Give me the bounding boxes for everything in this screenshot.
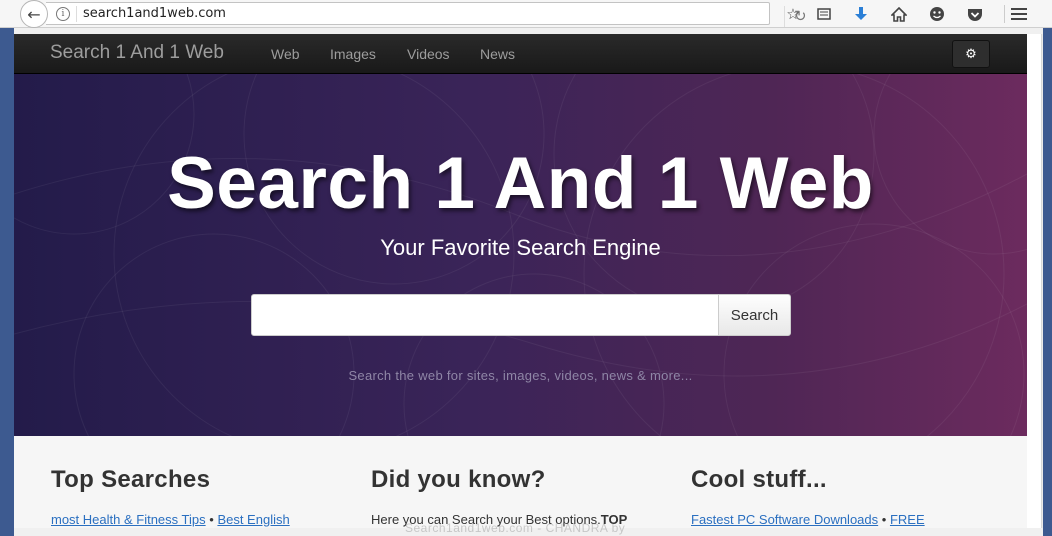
search-button[interactable]: Search	[718, 294, 791, 336]
url-separator	[76, 6, 77, 22]
search-input[interactable]	[251, 294, 719, 336]
site-brand[interactable]: Search 1 And 1 Web	[50, 42, 224, 64]
nav-videos[interactable]: Videos	[407, 46, 450, 62]
page-scrollbar[interactable]	[1041, 34, 1043, 528]
menu-icon[interactable]	[1009, 4, 1029, 24]
home-icon[interactable]	[889, 4, 909, 24]
link-separator: •	[209, 512, 214, 527]
cool-stuff-title: Cool stuff...	[691, 466, 827, 493]
window-frame-right	[1043, 28, 1052, 536]
reader-icon[interactable]	[814, 4, 834, 24]
url-text[interactable]: search1and1web.com	[83, 6, 226, 21]
top-searches-title: Top Searches	[51, 466, 211, 493]
nav-web[interactable]: Web	[271, 46, 300, 62]
toolbar-separator	[1004, 5, 1005, 23]
hero-subtitle: Your Favorite Search Engine	[380, 235, 661, 260]
watermark-text: Search1and1web.com - CHANDRA by	[405, 521, 626, 535]
smiley-icon[interactable]	[927, 4, 947, 24]
back-button[interactable]: ←	[20, 0, 48, 28]
search-hint: Search the web for sites, images, videos…	[348, 368, 693, 383]
top-searches-section: Top Searches most Health & Fitness Tips …	[51, 466, 351, 527]
site-navbar: Search 1 And 1 Web Web Images Videos New…	[14, 34, 1027, 74]
nav-images[interactable]: Images	[330, 46, 376, 62]
star-icon[interactable]: ☆	[783, 4, 803, 24]
link-separator: •	[881, 512, 887, 527]
info-sections: Top Searches most Health & Fitness Tips …	[14, 436, 1027, 528]
nav-news[interactable]: News	[480, 46, 515, 62]
cool-stuff-link[interactable]: Fastest PC Software Downloads	[691, 512, 878, 527]
browser-toolbar: i search1and1web.com ↻ ← ☆	[0, 0, 1052, 28]
cool-stuff-link[interactable]: FREE	[890, 512, 925, 527]
page-viewport: Search 1 And 1 Web Web Images Videos New…	[14, 34, 1043, 528]
did-you-know-title: Did you know?	[371, 466, 546, 493]
back-arrow-icon: ←	[27, 4, 41, 24]
top-searches-links: most Health & Fitness Tips • Best Englis…	[51, 512, 351, 527]
window-frame-left	[0, 28, 14, 536]
gear-icon: ⚙	[965, 46, 977, 62]
cool-stuff-section: Cool stuff... Fastest PC Software Downlo…	[691, 466, 991, 527]
top-search-link[interactable]: Best English	[217, 512, 289, 527]
hero-section: Search 1 And 1 Web Your Favorite Search …	[14, 74, 1027, 436]
download-icon[interactable]	[851, 4, 871, 24]
did-you-know-section: Did you know? Here you can Search your B…	[371, 466, 671, 527]
top-search-link[interactable]: most Health & Fitness Tips	[51, 512, 206, 527]
settings-button[interactable]: ⚙	[952, 40, 990, 68]
pocket-icon[interactable]	[965, 4, 985, 24]
info-icon[interactable]: i	[56, 7, 70, 21]
hero-title: Search 1 And 1 Web	[167, 143, 874, 224]
cool-stuff-links: Fastest PC Software Downloads • FREE	[691, 512, 991, 527]
url-bar[interactable]: i search1and1web.com ↻	[46, 2, 807, 27]
